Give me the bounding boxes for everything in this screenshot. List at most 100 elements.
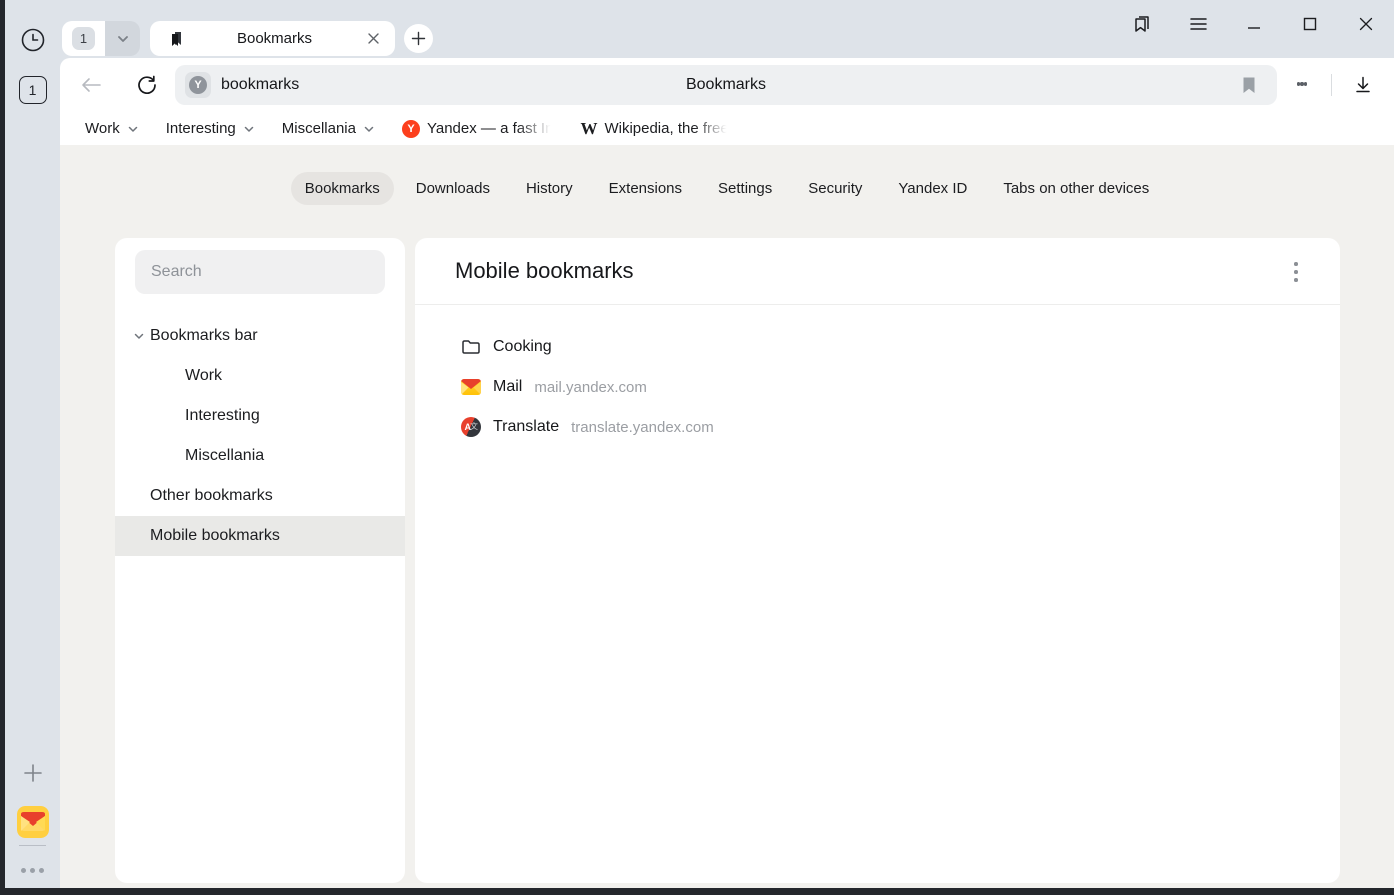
bookmark-label: Mail [493,378,522,396]
close-window-button[interactable] [1338,10,1394,38]
tab-group-dropdown-button[interactable] [105,21,140,56]
minimize-icon [1246,16,1262,32]
panel-title: Mobile bookmarks [455,258,634,284]
side-panels-button[interactable] [1114,10,1170,38]
bookmarks-bar-folder-miscellania[interactable]: Miscellania [282,120,375,137]
bookmark-url: mail.yandex.com [534,379,647,396]
bookmark-icon [166,29,186,49]
downloads-button[interactable] [1348,70,1378,100]
bookmarks-bar-folder-work[interactable]: Work [85,120,139,137]
tab-yandex-id[interactable]: Yandex ID [884,172,981,205]
workspace-button[interactable]: 1 [19,76,47,104]
tree-item-work[interactable]: Work [115,356,405,396]
list-item-cooking[interactable]: Cooking [415,327,1340,367]
tab-bookmarks[interactable]: Bookmarks [291,172,394,205]
chevron-down-icon [116,32,130,46]
yandex-badge-icon: Y [189,76,207,94]
add-bookmark-button[interactable] [1237,73,1261,97]
panel-menu-button[interactable] [1282,258,1310,286]
tree-item-interesting[interactable]: Interesting [115,396,405,436]
close-icon [1358,16,1374,32]
site-badge[interactable]: Y [185,72,211,98]
history-clock-button[interactable] [19,26,47,54]
address-bar[interactable]: Y bookmarks Bookmarks [175,65,1277,105]
bookmarks-bar-link-wikipedia[interactable]: W Wikipedia, the free [580,119,728,139]
bookmark-url: translate.yandex.com [571,419,714,436]
bookmarks-main-panel: Mobile bookmarks Cooking [415,238,1340,883]
rail-add-button[interactable] [19,759,47,787]
bookmarks-bar-folder-interesting[interactable]: Interesting [166,120,255,137]
folder-label: Interesting [166,120,236,137]
tab-other-devices[interactable]: Tabs on other devices [989,172,1163,205]
yandex-favicon: Y [402,120,420,138]
bookmarks-bar-link-yandex[interactable]: Y Yandex — a fast In [402,120,553,138]
folder-icon [461,337,481,357]
tab-security[interactable]: Security [794,172,876,205]
tab-group-control[interactable]: 1 [62,21,140,56]
tree-label: Miscellania [185,447,264,465]
tree-item-mobile-bookmarks[interactable]: Mobile bookmarks [115,516,405,556]
bookmarks-bar: Work Interesting Miscellania [60,112,1394,145]
close-icon [367,32,380,45]
address-bar-menu-button[interactable] [1288,70,1316,98]
screen-edge-bottom [0,888,1394,895]
tab-strip: 1 Bookmarks [60,0,1394,58]
tab-title: Bookmarks [186,30,363,47]
maximize-button[interactable] [1282,10,1338,38]
wikipedia-favicon: W [580,119,597,139]
bookmark-label: Yandex — a fast In [427,120,553,137]
manager-nav-tabs: Bookmarks Downloads History Extensions S… [60,172,1394,205]
yandex-mail-app-icon [17,806,49,838]
list-item-translate[interactable]: A 文 Translate translate.yandex.com [415,407,1340,447]
toolbar-area: Y bookmarks Bookmarks [60,58,1394,145]
tree-label: Mobile bookmarks [150,527,280,545]
browser-main-column: 1 Bookmarks [60,0,1394,888]
plus-icon [411,31,426,46]
hamburger-icon [1189,16,1208,32]
tree-item-other-bookmarks[interactable]: Other bookmarks [115,476,405,516]
back-button[interactable] [76,70,106,100]
browser-tab-bookmarks[interactable]: Bookmarks [150,21,395,56]
tab-downloads[interactable]: Downloads [402,172,504,205]
clock-icon [20,27,46,53]
folder-label: Miscellania [282,120,356,137]
tree-label: Other bookmarks [150,487,273,505]
rail-divider [19,845,46,846]
tab-extensions[interactable]: Extensions [595,172,696,205]
minimize-button[interactable] [1226,10,1282,38]
tab-close-button[interactable] [363,29,383,49]
chevron-down-icon [243,123,255,135]
list-item-mail[interactable]: Mail mail.yandex.com [415,367,1340,407]
search-input[interactable] [135,250,385,294]
bookmarks-sidebar-panel: Bookmarks bar Work Interesting Miscellan… [115,238,405,883]
chevron-down-icon [132,329,146,343]
tab-history[interactable]: History [512,172,587,205]
navigation-toolbar: Y bookmarks Bookmarks [60,58,1394,112]
reload-button[interactable] [132,70,162,100]
yandex-mail-app-button[interactable] [17,806,49,838]
url-text[interactable]: bookmarks [221,76,299,94]
window-controls [1114,10,1394,38]
screen-edge-left [0,0,5,895]
yandex-translate-icon: A 文 [461,417,481,437]
tab-settings[interactable]: Settings [704,172,786,205]
bookmarks-manager-page: Bookmarks Downloads History Extensions S… [60,145,1394,888]
tree-label: Interesting [185,407,260,425]
arrow-left-icon [80,76,102,94]
tab-group-count: 1 [72,27,95,50]
kebab-icon [1294,262,1298,266]
tree-item-bookmarks-bar[interactable]: Bookmarks bar [115,316,405,356]
folder-label: Work [85,120,120,137]
chevron-down-icon [363,123,375,135]
browser-menu-button[interactable] [1170,10,1226,38]
chevron-down-icon [127,123,139,135]
tab-group-count-button[interactable]: 1 [62,21,105,56]
rail-more-button[interactable] [18,862,48,878]
main-panel-header: Mobile bookmarks [415,238,1340,305]
bookmarks-tree: Bookmarks bar Work Interesting Miscellan… [115,316,405,556]
tree-item-miscellania[interactable]: Miscellania [115,436,405,476]
new-tab-button[interactable] [404,24,433,53]
bookmark-label: Translate [493,418,559,436]
browser-window: 1 1 [0,0,1394,895]
reload-icon [136,74,158,96]
